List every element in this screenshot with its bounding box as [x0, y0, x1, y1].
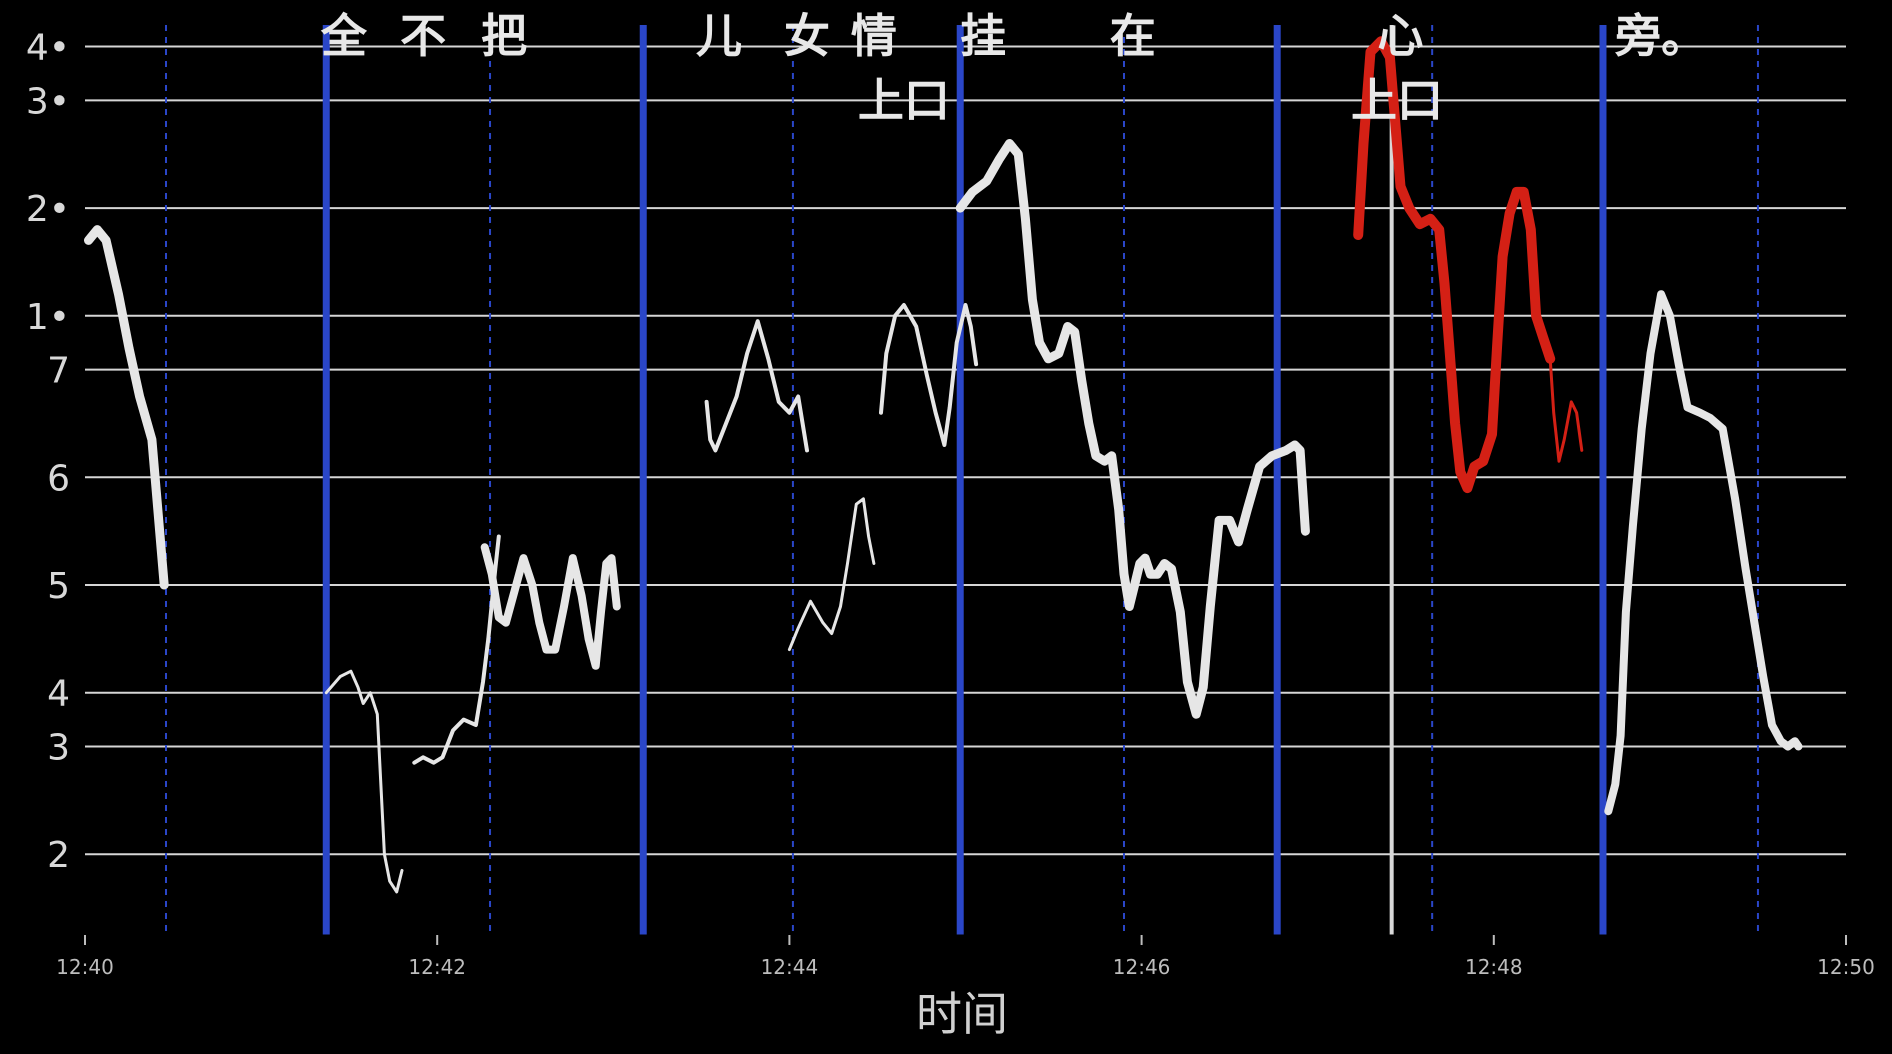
- lyric-label: 全: [320, 9, 368, 63]
- x-tick-label: 12:50: [1817, 955, 1875, 979]
- y-tick-label: 4•: [26, 28, 70, 69]
- y-tick-label: 2•: [26, 189, 70, 230]
- x-tick-label: 12:40: [56, 955, 114, 979]
- lyric-label: 儿: [696, 9, 742, 63]
- chart-container: 2 3 4 5 6 7 1• 2• 3• 4• 12:40 12:42 12:44 12:46 12:48…: [0, 0, 1892, 1054]
- lyric-label: 情: [851, 9, 897, 63]
- x-tick-label: 12:46: [1113, 955, 1171, 979]
- x-tick-label: 12:48: [1465, 955, 1523, 979]
- chart-background: [0, 0, 1892, 1054]
- x-tick-label: 12:42: [408, 955, 466, 979]
- lyric-label: 女: [784, 9, 830, 63]
- y-tick-label: 5: [47, 566, 70, 607]
- y-tick-label: 2: [47, 835, 70, 876]
- lyric-label: 在: [1110, 9, 1156, 63]
- lyric-label: 旁。: [1614, 9, 1707, 63]
- lyric-label: 挂: [960, 9, 1006, 63]
- lyric-label: 把: [481, 9, 527, 63]
- y-tick-label: 7: [47, 351, 70, 392]
- lyric-label: 不: [400, 9, 446, 63]
- lyric-label: 心: [1377, 9, 1423, 63]
- lyric-label: 上口: [1351, 73, 1443, 127]
- y-tick-label: 3•: [26, 81, 70, 122]
- y-tick-label: 1•: [26, 297, 70, 338]
- y-tick-label: 4: [47, 674, 70, 715]
- y-tick-label: 3: [47, 728, 70, 769]
- lyric-label: 上口: [858, 73, 950, 127]
- x-tick-label: 12:44: [761, 955, 819, 979]
- y-tick-label: 6: [47, 458, 70, 499]
- x-axis-label: 时间: [916, 987, 1008, 1041]
- line-chart: 2 3 4 5 6 7 1• 2• 3• 4• 12:40 12:42 12:44 12:46 12:48…: [0, 0, 1892, 1054]
